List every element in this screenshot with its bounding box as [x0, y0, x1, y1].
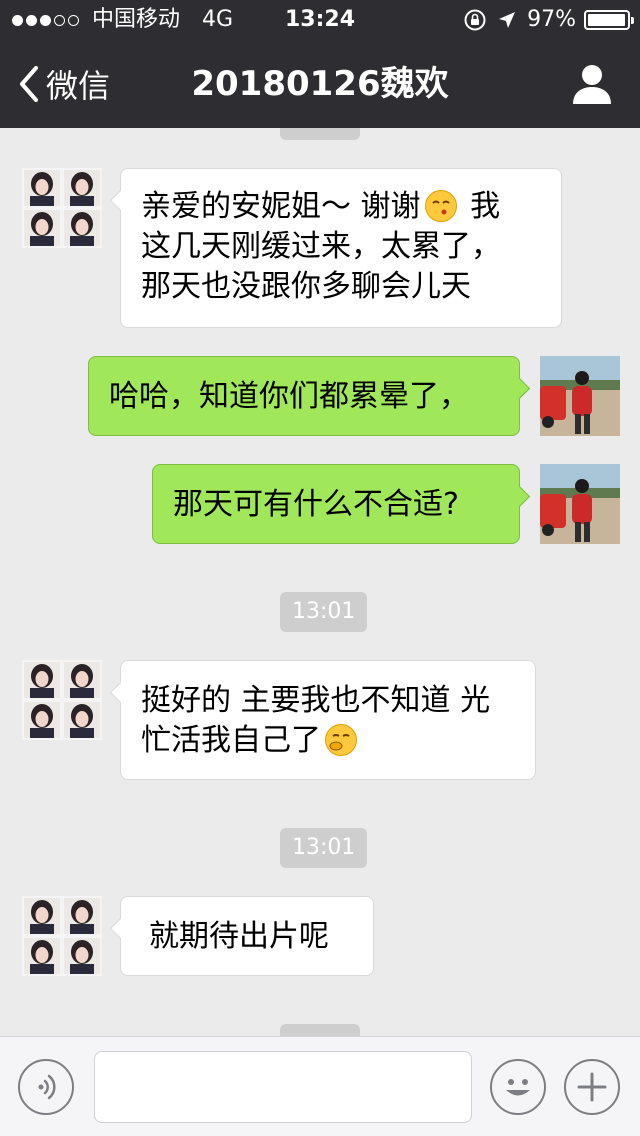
message-bubble-incoming[interactable]: 挺好的 主要我也不知道 光 忙活我自己了: [109, 660, 536, 780]
avatar-photo-collage: [22, 168, 102, 248]
battery-tip: [631, 17, 634, 24]
bubble-tail: [508, 377, 531, 400]
timestamp-badge: 13:01: [280, 592, 368, 632]
back-button[interactable]: 微信: [18, 40, 110, 128]
nav-bar: 微信 20180126魏欢: [0, 40, 640, 128]
message-bubble-outgoing[interactable]: 哈哈，知道你们都累晕了，: [88, 356, 531, 436]
message-line: 忙活我自己了: [141, 721, 515, 761]
chat-messages[interactable]: 亲爱的安妮姐～ 谢谢 我 这几天刚缓过来，太累了， 那天也没跟你多聊会儿天 哈哈…: [0, 128, 640, 1036]
bubble-tail: [508, 485, 531, 508]
timestamp-badge-partial: [280, 128, 360, 140]
message-text: 忙活我自己了: [141, 723, 321, 758]
smiley-icon: [506, 1079, 530, 1096]
status-bar: 中国移动 4G 13:24 97%: [0, 0, 640, 40]
avatar-photo-collage: [22, 896, 102, 976]
message-text: 那天可有什么不合适?: [173, 487, 459, 522]
message-line: 这几天刚缓过来，太累了，: [141, 229, 501, 264]
voice-icon: [38, 1074, 56, 1100]
battery-icon: [584, 10, 634, 30]
emoji-button[interactable]: [490, 1059, 546, 1115]
message-bubble-incoming[interactable]: 亲爱的安妮姐～ 谢谢 我 这几天刚缓过来，太累了， 那天也没跟你多聊会儿天: [109, 168, 562, 328]
location-arrow-icon: [499, 12, 516, 28]
rotation-lock-icon: [464, 9, 486, 31]
avatar-photo: [540, 464, 620, 544]
message-bubble-outgoing[interactable]: 那天可有什么不合适?: [152, 464, 531, 544]
avatar-photo: [540, 356, 620, 436]
kiss-emoji-icon: [424, 190, 457, 222]
message-line: 那天也没跟你多聊会儿天: [141, 269, 471, 304]
bubble-tail: [109, 681, 132, 704]
person-icon: [573, 65, 611, 104]
battery-fill: [588, 14, 625, 26]
back-label: 微信: [46, 67, 111, 105]
message-text: 就期待出片呢: [149, 919, 329, 954]
my-avatar[interactable]: [540, 356, 620, 436]
plus-icon: [577, 1072, 607, 1102]
timestamp-badge-partial: [280, 1024, 360, 1036]
status-right: 97%: [463, 0, 634, 40]
message-line: 挺好的 主要我也不知道 光: [141, 683, 491, 718]
message-bubble-incoming[interactable]: 就期待出片呢: [109, 896, 374, 976]
contact-avatar[interactable]: [22, 896, 102, 976]
bubble-tail: [109, 189, 132, 212]
more-button[interactable]: [564, 1059, 620, 1115]
wechat-chat-screen: 中国移动 4G 13:24 97% 微信 20180126魏欢 亲爱的安妮姐～ …: [0, 0, 640, 1136]
thinking-emoji-icon: [325, 724, 357, 756]
message-input[interactable]: [94, 1051, 472, 1123]
contact-avatar[interactable]: [22, 168, 102, 248]
bubble-tail: [109, 917, 132, 940]
voice-button[interactable]: [18, 1059, 74, 1115]
message-text: 亲爱的安妮姐～ 谢谢: [141, 189, 421, 224]
top-bar: 中国移动 4G 13:24 97% 微信 20180126魏欢: [0, 0, 640, 128]
message-line: 亲爱的安妮姐～ 谢谢 我: [141, 187, 541, 227]
chevron-left-icon: [20, 66, 38, 102]
my-avatar[interactable]: [540, 464, 620, 544]
message-text: 哈哈，知道你们都累晕了，: [109, 379, 469, 414]
message-text: 我: [460, 189, 501, 224]
input-bar: [0, 1036, 640, 1136]
timestamp-badge: 13:01: [280, 828, 368, 868]
contact-avatar[interactable]: [22, 660, 102, 740]
chat-info-button[interactable]: [570, 62, 614, 106]
battery-percent: 97%: [527, 7, 576, 32]
avatar-photo-collage: [22, 660, 102, 740]
